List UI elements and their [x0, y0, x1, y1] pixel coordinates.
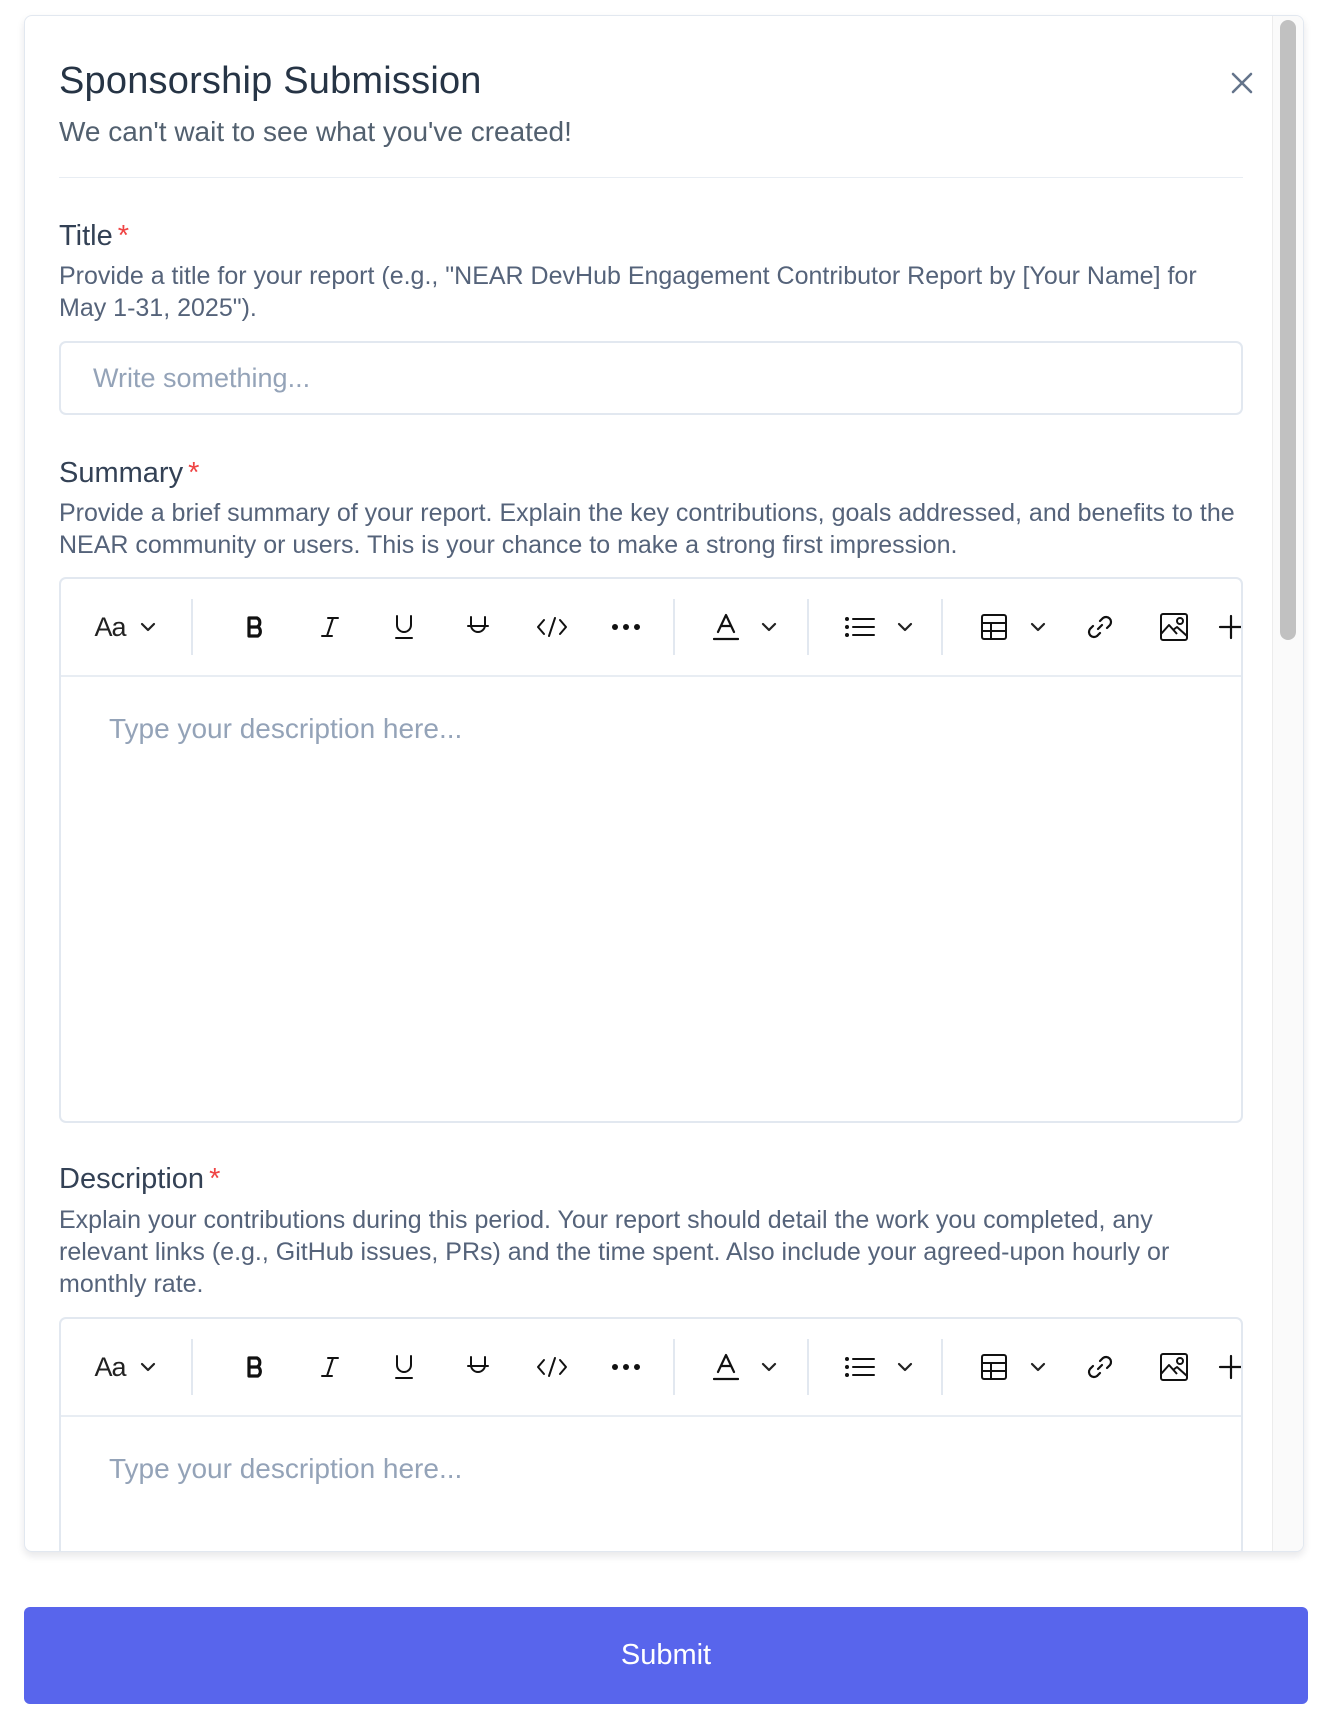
- table-icon: [981, 1354, 1007, 1380]
- title-label-text: Title: [59, 220, 113, 252]
- underline-icon: [395, 615, 413, 639]
- toolbar-separator: [941, 1339, 943, 1395]
- more-icon: [612, 624, 640, 630]
- toolbar-separator: [673, 1339, 675, 1395]
- table-dropdown[interactable]: [971, 579, 1055, 675]
- image-icon: [1160, 613, 1188, 641]
- strikethrough-icon: [467, 1356, 489, 1373]
- summary-help: Provide a brief summary of your report. …: [59, 499, 1235, 559]
- image-button[interactable]: [1149, 579, 1199, 675]
- bold-icon: [247, 1356, 262, 1378]
- text-color-icon: [713, 613, 739, 641]
- underline-icon: [395, 1355, 413, 1379]
- editor-toolbar: Aa: [61, 579, 1241, 677]
- text-style-label: Aa: [94, 611, 126, 642]
- scrollbar-thumb[interactable]: [1280, 20, 1296, 640]
- bullet-list-icon: [845, 617, 875, 637]
- required-marker: *: [188, 457, 200, 489]
- list-dropdown[interactable]: [837, 579, 921, 675]
- chevron-down-icon: [761, 1362, 777, 1372]
- chevron-down-icon: [140, 1362, 155, 1372]
- plus-icon: [1218, 1354, 1241, 1380]
- description-editor-body[interactable]: Type your description here...: [61, 1417, 1241, 1551]
- strikethrough-button[interactable]: [453, 579, 503, 675]
- table-icon: [981, 614, 1007, 640]
- list-dropdown[interactable]: [837, 1319, 921, 1415]
- more-button[interactable]: [601, 1319, 651, 1415]
- chevron-down-icon: [1030, 622, 1046, 632]
- text-style-dropdown[interactable]: Aa: [83, 1319, 167, 1415]
- link-button[interactable]: [1075, 1319, 1125, 1415]
- bold-button[interactable]: [231, 579, 281, 675]
- more-button[interactable]: [601, 579, 651, 675]
- summary-label: Summary *: [59, 457, 199, 490]
- editor-toolbar: Aa: [61, 1319, 1241, 1417]
- title-input[interactable]: [59, 341, 1243, 415]
- description-label-text: Description: [59, 1163, 205, 1195]
- text-color-icon: [713, 1353, 739, 1381]
- description-help: Explain your contributions during this p…: [59, 1206, 1170, 1298]
- description-label: Description *: [59, 1163, 220, 1196]
- text-color-dropdown[interactable]: [703, 1319, 787, 1415]
- bold-icon: [247, 616, 262, 638]
- submission-modal: Sponsorship Submission We can't wait to …: [24, 15, 1304, 1552]
- summary-editor: Aa Type your description here...: [59, 577, 1243, 1123]
- chevron-down-icon: [897, 1362, 913, 1372]
- toolbar-separator: [807, 599, 809, 655]
- plus-icon: [1218, 614, 1241, 640]
- strikethrough-icon: [467, 616, 489, 633]
- italic-button[interactable]: [305, 579, 355, 675]
- toolbar-separator: [191, 599, 193, 655]
- chevron-down-icon: [140, 622, 155, 632]
- toolbar-separator: [673, 599, 675, 655]
- strikethrough-button[interactable]: [453, 1319, 503, 1415]
- code-button[interactable]: [527, 579, 577, 675]
- scrollbar[interactable]: [1272, 16, 1303, 1551]
- text-color-dropdown[interactable]: [703, 579, 787, 675]
- header-divider: [59, 177, 1243, 178]
- toolbar-separator: [807, 1339, 809, 1395]
- underline-button[interactable]: [379, 1319, 429, 1415]
- image-button[interactable]: [1149, 1319, 1199, 1415]
- summary-editor-body[interactable]: Type your description here...: [61, 677, 1241, 1121]
- image-icon: [1160, 1353, 1188, 1381]
- modal-subtitle: We can't wait to see what you've created…: [59, 116, 572, 147]
- summary-label-text: Summary: [59, 457, 184, 489]
- required-marker: *: [117, 220, 130, 252]
- chevron-down-icon: [761, 622, 777, 632]
- code-icon: [537, 1357, 567, 1377]
- text-style-dropdown[interactable]: Aa: [83, 579, 167, 675]
- insert-button[interactable]: [1211, 1319, 1241, 1415]
- submit-button[interactable]: Submit: [24, 1607, 1308, 1704]
- italic-icon: [321, 617, 339, 637]
- toolbar-separator: [191, 1339, 193, 1395]
- chevron-down-icon: [897, 622, 913, 632]
- description-editor: Aa Type your description here...: [59, 1317, 1243, 1551]
- title-label: Title *: [59, 220, 129, 253]
- link-button[interactable]: [1075, 579, 1125, 675]
- italic-icon: [321, 1357, 339, 1377]
- text-style-label: Aa: [94, 1351, 126, 1382]
- modal-title: Sponsorship Submission: [59, 60, 482, 102]
- toolbar-separator: [941, 599, 943, 655]
- required-marker: *: [209, 1163, 221, 1195]
- link-icon: [1087, 1355, 1113, 1379]
- editor-placeholder: Type your description here...: [109, 713, 463, 744]
- underline-button[interactable]: [379, 579, 429, 675]
- editor-placeholder: Type your description here...: [109, 1453, 463, 1484]
- code-button[interactable]: [527, 1319, 577, 1415]
- bold-button[interactable]: [231, 1319, 281, 1415]
- more-icon: [612, 1364, 640, 1370]
- table-dropdown[interactable]: [971, 1319, 1055, 1415]
- title-help: Provide a title for your report (e.g., "…: [59, 262, 1197, 322]
- insert-button[interactable]: [1211, 579, 1241, 675]
- italic-button[interactable]: [305, 1319, 355, 1415]
- link-icon: [1087, 615, 1113, 639]
- bullet-list-icon: [845, 1357, 875, 1377]
- close-button[interactable]: [1227, 68, 1257, 98]
- chevron-down-icon: [1030, 1362, 1046, 1372]
- close-icon: [1231, 72, 1253, 94]
- code-icon: [537, 617, 567, 637]
